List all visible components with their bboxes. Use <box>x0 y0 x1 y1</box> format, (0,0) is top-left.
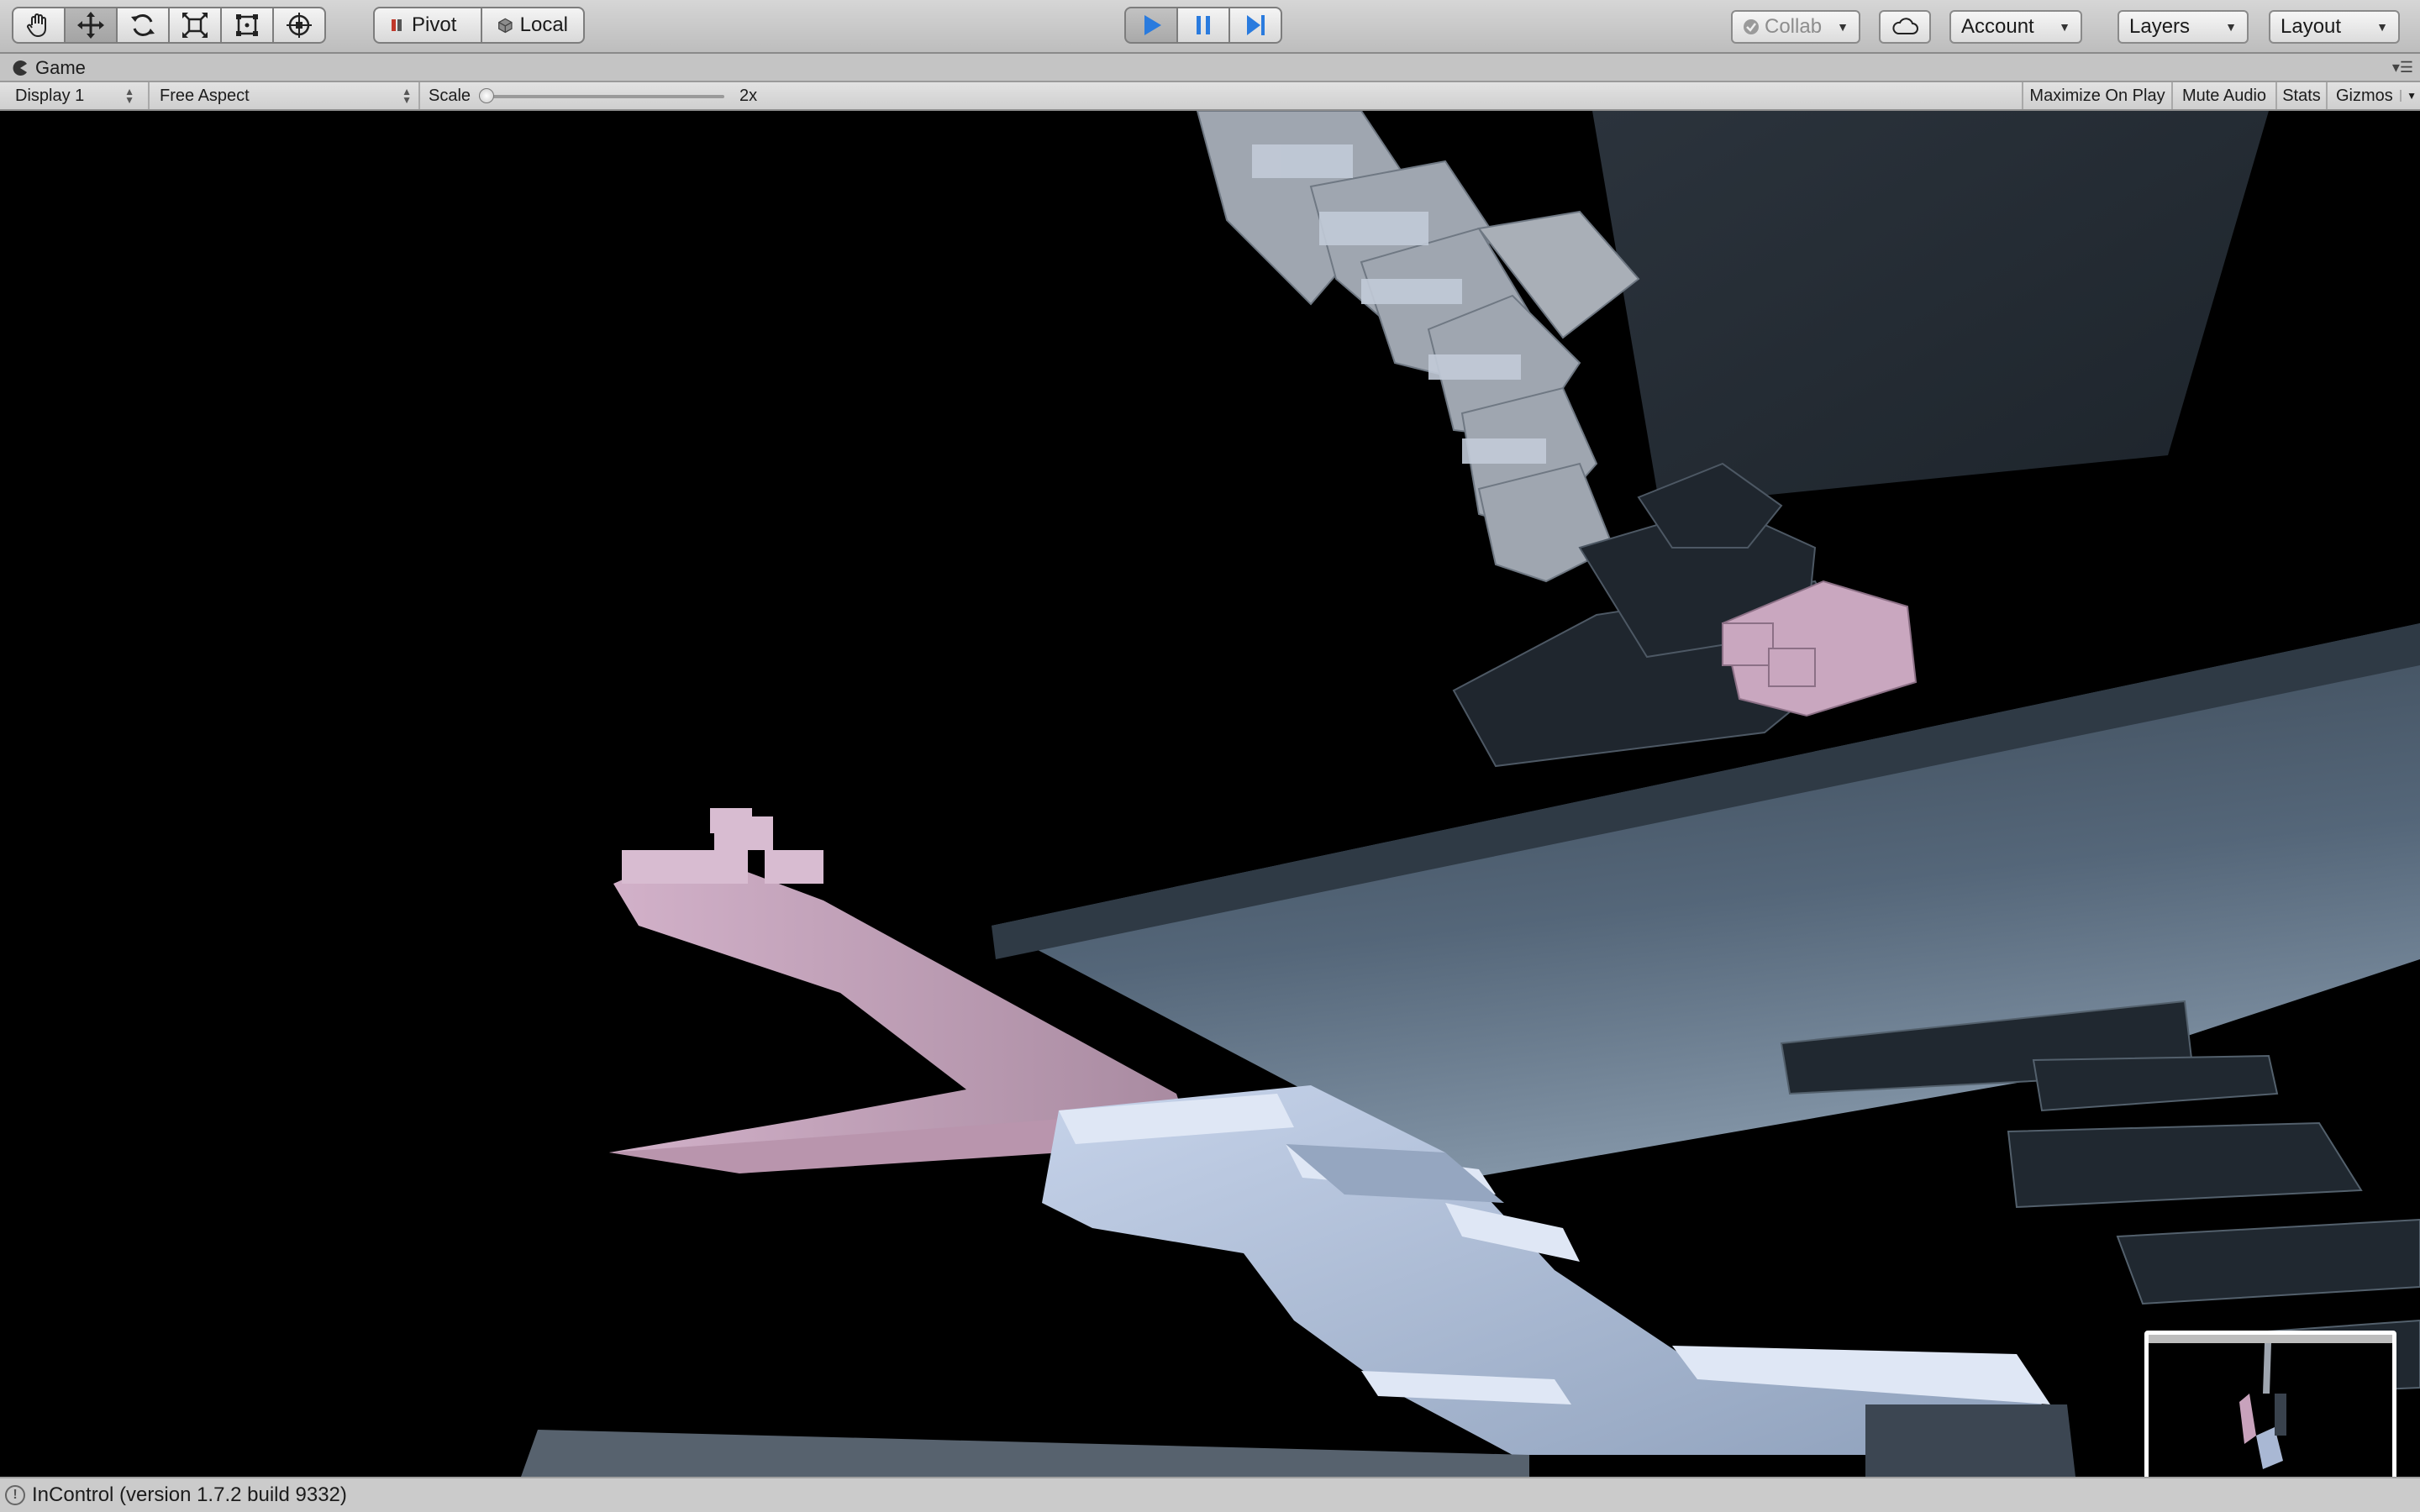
aspect-label: Free Aspect <box>160 86 250 105</box>
step-icon <box>1247 15 1265 35</box>
maximize-label: Maximize On Play <box>2029 86 2165 105</box>
tab-game[interactable]: Game <box>12 55 86 81</box>
pause-button[interactable] <box>1176 7 1230 44</box>
status-message[interactable]: InControl (version 1.7.2 build 9332) <box>32 1483 347 1507</box>
pivot-local-group: Pivot Local <box>373 7 585 44</box>
stats-toggle[interactable]: Stats <box>2275 82 2326 109</box>
cloud-button[interactable] <box>1879 10 1931 44</box>
step-button[interactable] <box>1228 7 1282 44</box>
account-label: Account <box>1961 15 2034 38</box>
transform-all-icon <box>287 13 312 38</box>
rotate-icon <box>131 14 155 36</box>
scale-tool-button[interactable] <box>168 7 222 44</box>
transform-tools <box>12 7 326 44</box>
display-select[interactable]: Display 1 ▲ ▼ <box>0 82 141 109</box>
pivot-label: Pivot <box>412 13 457 36</box>
tab-game-label: Game <box>35 57 86 78</box>
scale-value: 2x <box>739 86 758 105</box>
scale-slider-track[interactable] <box>479 95 724 98</box>
local-label: Local <box>519 13 568 36</box>
chevron-down-icon: ▼ <box>2376 20 2388 34</box>
pivot-toggle-button[interactable]: Pivot <box>373 7 482 44</box>
voxel-scene-render <box>521 111 2420 1477</box>
check-icon <box>1744 19 1759 34</box>
camera-preview-minimap <box>2144 1331 2396 1477</box>
pause-icon <box>1197 16 1210 34</box>
scale-label: Scale <box>429 86 471 105</box>
gizmos-dropdown[interactable]: Gizmos ▼ <box>2326 82 2420 109</box>
info-icon: ! <box>5 1485 25 1505</box>
layers-label: Layers <box>2129 15 2191 38</box>
maximize-on-play-toggle[interactable]: Maximize On Play <box>2022 82 2171 109</box>
account-dropdown[interactable]: Account ▼ <box>1949 10 2082 44</box>
rect-tool-button[interactable] <box>220 7 274 44</box>
chevron-down-icon: ▼ <box>2059 20 2070 34</box>
main-toolbar: Pivot Local Collab ▼ Account ▼ Layers ▼ … <box>0 0 2420 54</box>
pacman-game-icon <box>13 60 27 76</box>
minimap-header <box>2149 1335 2392 1343</box>
layout-label: Layout <box>2281 15 2342 38</box>
minimap-scene <box>2239 1343 2286 1469</box>
hand-icon <box>27 13 46 37</box>
hand-tool-button[interactable] <box>12 7 66 44</box>
updown-arrows-icon: ▲ ▼ <box>124 86 134 106</box>
playback-controls <box>1124 7 1282 44</box>
unity-editor-window: Pivot Local Collab ▼ Account ▼ Layers ▼ … <box>0 0 2420 1512</box>
game-view-controls: Display 1 ▲ ▼ Free Aspect ▲ ▼ Scale 2x Max… <box>0 82 2420 111</box>
chevron-down-icon: ▼ <box>1837 20 1849 34</box>
collab-label: Collab <box>1765 15 1823 38</box>
play-icon <box>1144 15 1161 35</box>
rect-transform-icon <box>236 14 258 36</box>
rotate-tool-button[interactable] <box>116 7 170 44</box>
aspect-select[interactable]: Free Aspect ▲ ▼ <box>148 82 418 109</box>
game-viewport[interactable] <box>0 111 2420 1477</box>
scale-control: Scale 2x <box>418 82 771 109</box>
stats-label: Stats <box>2282 86 2321 105</box>
move-icon <box>77 12 104 39</box>
tab-options-icon[interactable]: ▾☰ <box>2392 59 2413 76</box>
scale-icon <box>182 13 208 38</box>
updown-arrows-icon: ▲ ▼ <box>402 86 412 106</box>
chevron-down-icon: ▼ <box>2225 20 2237 34</box>
local-cube-icon <box>498 18 513 34</box>
collab-dropdown[interactable]: Collab ▼ <box>1731 10 1860 44</box>
cloud-icon <box>1892 18 1918 34</box>
chevron-down-icon: ▼ <box>2400 90 2417 102</box>
move-tool-button[interactable] <box>64 7 118 44</box>
local-toggle-button[interactable]: Local <box>481 7 585 44</box>
gizmos-label: Gizmos <box>2336 86 2393 105</box>
play-button[interactable] <box>1124 7 1178 44</box>
layout-dropdown[interactable]: Layout ▼ <box>2269 10 2400 44</box>
display-label: Display 1 <box>15 86 85 105</box>
status-bar: ! InControl (version 1.7.2 build 9332) <box>0 1477 2420 1512</box>
mute-audio-toggle[interactable]: Mute Audio <box>2171 82 2275 109</box>
mute-label: Mute Audio <box>2181 86 2267 105</box>
layers-dropdown[interactable]: Layers ▼ <box>2118 10 2249 44</box>
pivot-icon <box>392 19 402 31</box>
game-tab-bar: Game ▾☰ <box>0 54 2420 82</box>
transform-tool-button[interactable] <box>272 7 326 44</box>
scale-slider-thumb[interactable] <box>479 88 494 103</box>
